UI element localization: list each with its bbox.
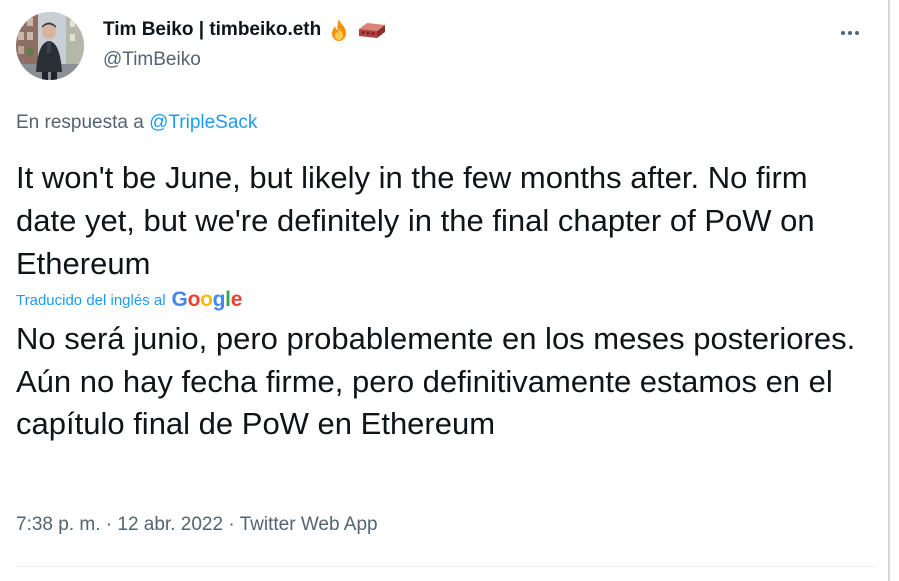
scrollbar[interactable]: [884, 0, 899, 581]
translated-text: No será junio, pero probablemente en los…: [16, 321, 856, 441]
translated-from-label[interactable]: Traducido del inglés al: [16, 292, 166, 309]
reply-context: En respuesta a @TripleSack: [16, 112, 257, 134]
more-options-icon[interactable]: [830, 20, 870, 46]
avatar[interactable]: [16, 12, 84, 80]
author-name-row[interactable]: Tim Beiko | timbeiko.eth: [103, 16, 387, 44]
brick-icon: [357, 20, 387, 40]
tweet-date[interactable]: 12 abr. 2022: [117, 514, 223, 535]
author-handle[interactable]: @TimBeiko: [103, 49, 201, 71]
fire-icon: [327, 18, 351, 42]
google-logo-letter: o: [187, 288, 201, 311]
google-logo-letter: g: [212, 288, 226, 311]
tweet-source: Twitter Web App: [239, 514, 378, 535]
reply-to-link[interactable]: @TripleSack: [149, 112, 257, 133]
meta-separator: ·: [105, 514, 113, 535]
more-dot: [841, 31, 845, 35]
divider: [16, 566, 876, 567]
reply-prefix: En respuesta a: [16, 112, 144, 133]
more-dot: [855, 31, 859, 35]
tweet-metadata: 7:38 p. m. · 12 abr. 2022 · Twitter Web …: [16, 514, 378, 536]
tweet-time[interactable]: 7:38 p. m.: [16, 514, 101, 535]
google-logo-letter: e: [230, 288, 243, 311]
tweet-text: It won't be June, but likely in the few …: [16, 160, 815, 281]
google-logo-letter: G: [171, 288, 188, 311]
translation-attribution: Traducido del inglés al Google: [16, 288, 242, 312]
more-dot: [848, 31, 852, 35]
google-logo: Google: [172, 288, 243, 312]
google-logo-letter: o: [200, 288, 213, 311]
author-display-name[interactable]: Tim Beiko | timbeiko.eth: [103, 19, 321, 41]
meta-separator: ·: [228, 514, 235, 535]
tweet: Tim Beiko | timbeiko.eth @TimBeiko En re…: [0, 0, 884, 581]
avatar-photo: [16, 12, 84, 80]
scrollbar-track[interactable]: [888, 0, 890, 581]
